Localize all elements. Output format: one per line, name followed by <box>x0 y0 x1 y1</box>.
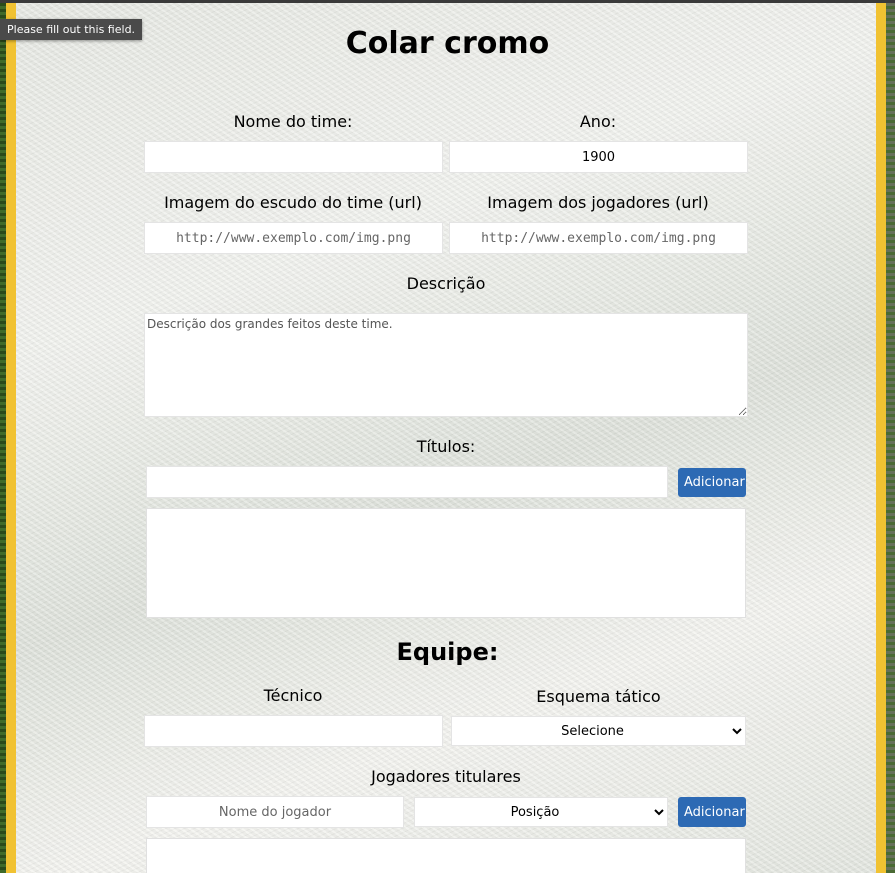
add-title-button[interactable]: Adicionar <box>678 468 746 497</box>
player-name-input[interactable] <box>146 796 404 828</box>
starters-label: Jogadores titulares <box>371 767 521 786</box>
grass-background-right <box>886 0 895 873</box>
team-name-input[interactable] <box>144 141 443 173</box>
starters-list <box>146 838 746 873</box>
titles-label: Títulos: <box>416 437 476 456</box>
description-label: Descrição <box>406 274 486 293</box>
crest-image-url-input[interactable] <box>144 222 443 254</box>
description-textarea[interactable] <box>144 313 748 417</box>
formation-label: Esquema tático <box>536 687 661 706</box>
titles-list <box>146 508 746 618</box>
formation-select[interactable]: Selecione <box>451 716 746 746</box>
year-label: Ano: <box>579 112 617 131</box>
title-input[interactable] <box>146 466 668 498</box>
window-top-border <box>0 0 895 3</box>
crest-image-label: Imagem do escudo do time (url) <box>164 193 422 212</box>
year-input[interactable] <box>449 141 748 173</box>
team-section-title: Equipe: <box>396 638 499 666</box>
team-name-label: Nome do time: <box>233 112 353 131</box>
position-select[interactable]: Posição <box>414 797 668 827</box>
validation-tooltip: Please fill out this field. <box>0 19 143 40</box>
players-image-label: Imagem dos jogadores (url) <box>487 193 709 212</box>
coach-input[interactable] <box>144 715 443 747</box>
players-image-url-input[interactable] <box>449 222 748 254</box>
add-player-button[interactable]: Adicionar <box>678 797 746 827</box>
coach-label: Técnico <box>263 686 323 705</box>
